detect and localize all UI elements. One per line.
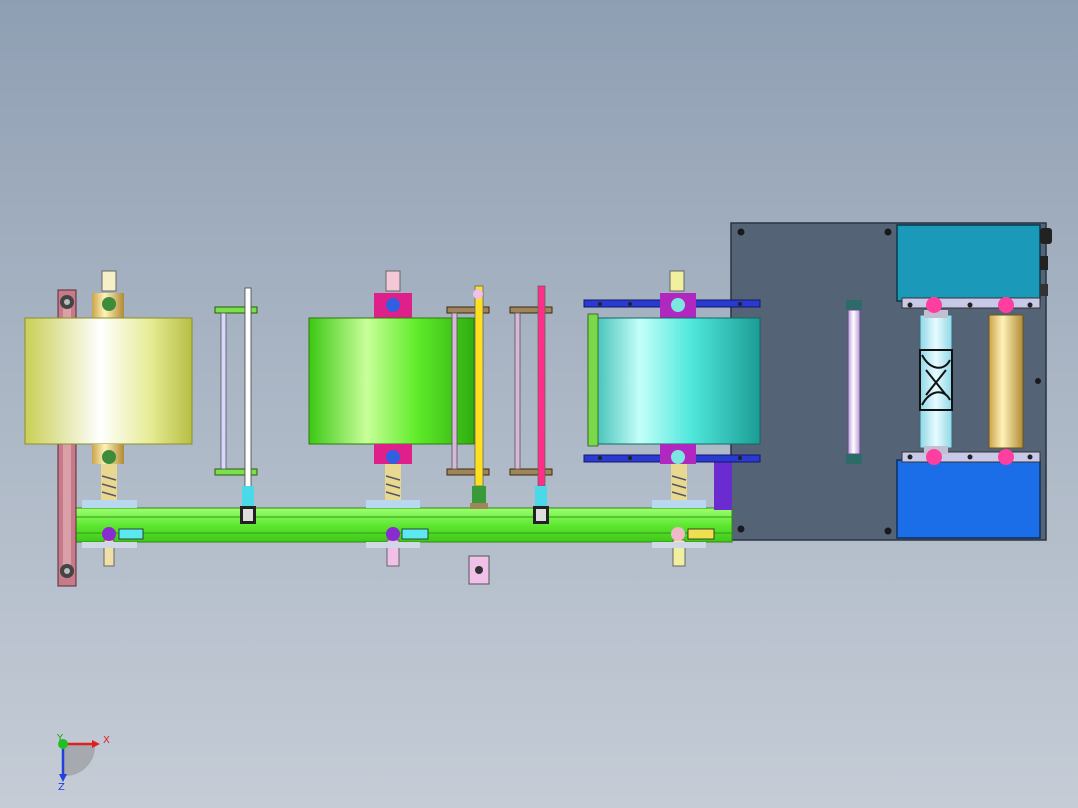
knob-roll1-frame[interactable] <box>102 527 144 541</box>
knob-roll3-bottom[interactable] <box>671 450 685 464</box>
knob-roll2-top[interactable] <box>386 298 400 312</box>
knob-roll1-top[interactable] <box>102 297 116 311</box>
knob-roll1-bottom[interactable] <box>102 450 116 464</box>
knob-roll2-bottom[interactable] <box>386 450 400 464</box>
guide-roller-pink <box>509 285 553 524</box>
machine-assembly-drawing[interactable]: X Y Z <box>0 0 1078 808</box>
x-axis-label: X <box>103 735 110 746</box>
knob-roll3-frame[interactable] <box>671 527 715 541</box>
cad-viewport[interactable]: X Y Z <box>0 0 1078 808</box>
lower-control-box <box>896 451 1041 539</box>
y-axis-label: Y <box>56 733 64 744</box>
guide-roller-pair-1 <box>214 287 258 524</box>
mounting-bracket-small <box>468 555 490 585</box>
knob-roll2-frame[interactable] <box>386 527 429 541</box>
knob-roll3-top[interactable] <box>671 298 685 312</box>
z-axis-label: Z <box>58 782 65 793</box>
idler-roller-violet <box>846 300 862 464</box>
upper-control-box <box>896 224 1052 309</box>
coordinate-triad: X Y Z <box>56 733 110 793</box>
